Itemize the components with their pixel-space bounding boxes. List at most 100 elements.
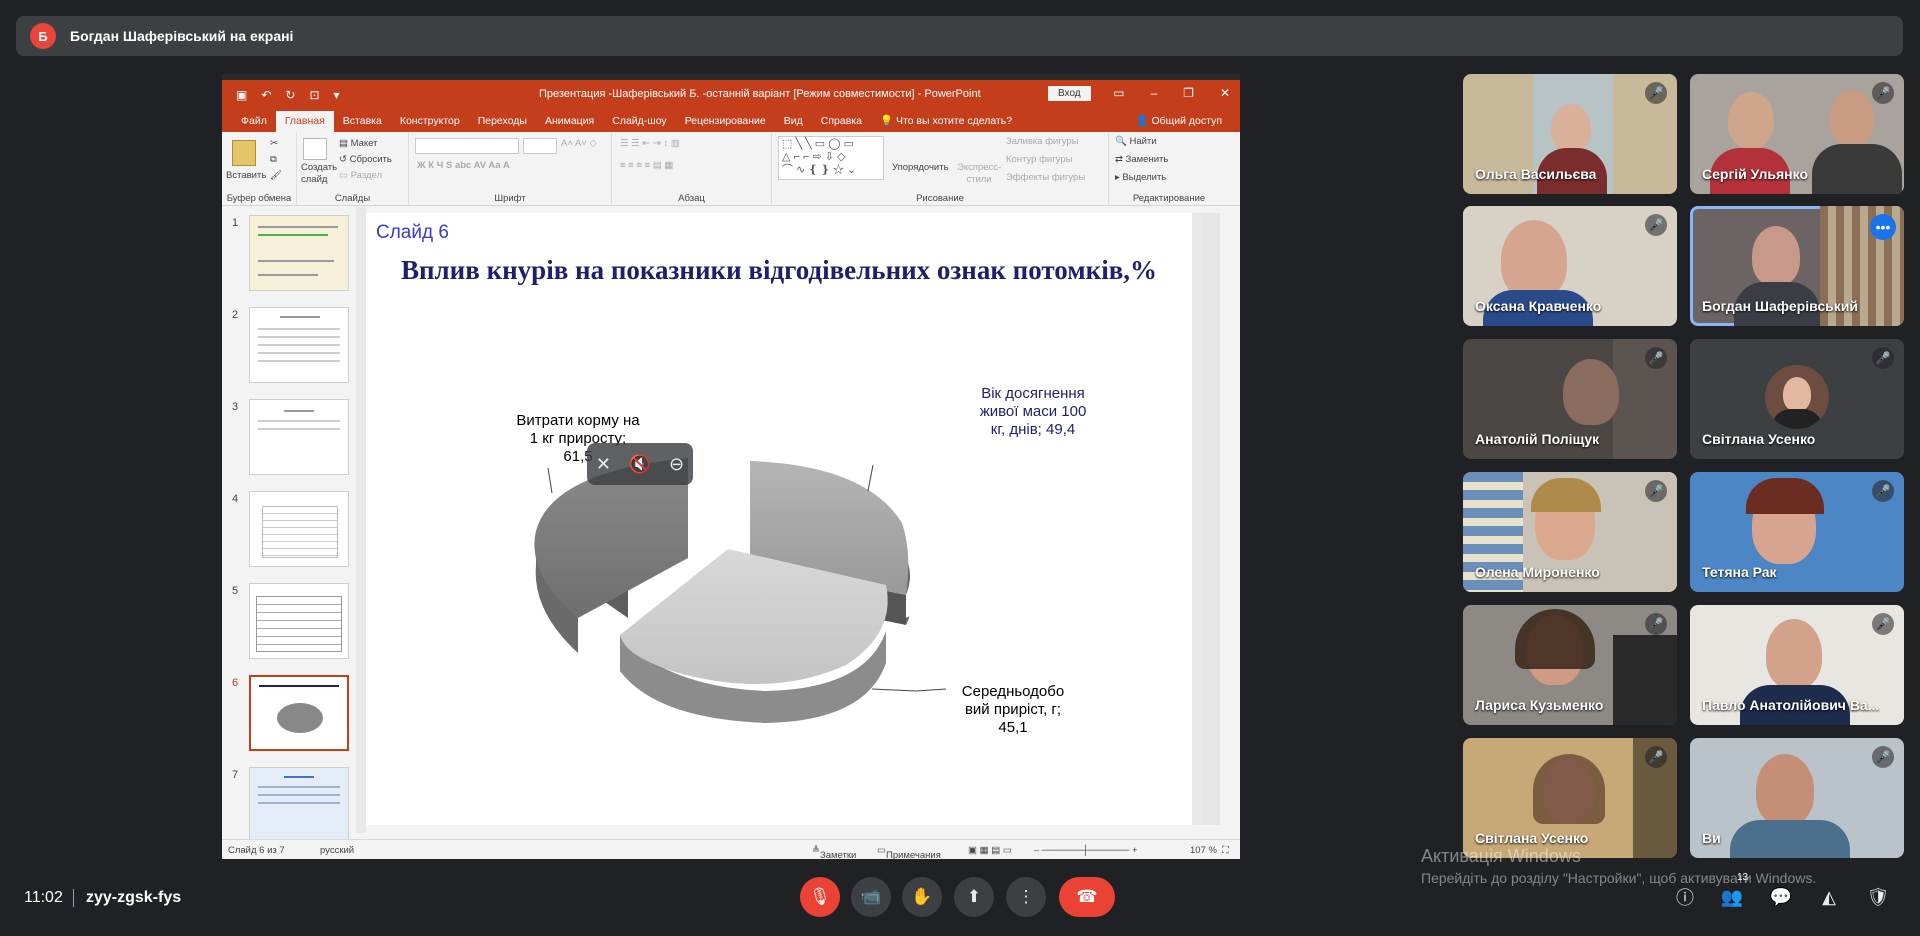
zoom-level[interactable]: 107 % bbox=[1190, 845, 1217, 856]
shape-effects-button[interactable]: Эффекты фигуры bbox=[1006, 172, 1085, 183]
slide-thumb-3[interactable] bbox=[249, 399, 349, 475]
shape-fill-button[interactable]: Заливка фигуры bbox=[1006, 136, 1079, 147]
chat-button[interactable]: 💬 bbox=[1768, 884, 1794, 910]
slide-thumb-4[interactable] bbox=[249, 491, 349, 567]
participant-tile[interactable]: 🎤 Олена Мироненко bbox=[1463, 472, 1677, 592]
ribbon-options-icon[interactable]: ▭ bbox=[1113, 86, 1124, 100]
arrange-button[interactable]: Упорядочить bbox=[892, 162, 949, 173]
shapes-gallery[interactable]: ⬚ ╲ ╲ ▭ ◯ ▭ △ ⌐ ⌐ ⇨ ⇩ ◇ ⌒ ∿ ❴ ❵ ☆ ⌄ bbox=[778, 136, 884, 180]
people-button[interactable]: 👥 bbox=[1719, 884, 1745, 910]
tab-help[interactable]: Справка bbox=[812, 115, 871, 132]
new-slide-icon[interactable] bbox=[303, 138, 327, 160]
participant-avatar bbox=[1765, 365, 1829, 429]
tab-view[interactable]: Вид bbox=[775, 115, 812, 132]
camera-toggle-button[interactable]: 📹 bbox=[851, 877, 891, 917]
save-icon[interactable]: ▣ bbox=[236, 88, 247, 102]
tab-transitions[interactable]: Переходы bbox=[469, 115, 536, 132]
language-indicator[interactable]: русский bbox=[320, 845, 354, 856]
raise-hand-button[interactable]: ✋ bbox=[902, 877, 942, 917]
minimize-icon[interactable]: – bbox=[1150, 86, 1157, 100]
clock: 11:02 bbox=[24, 889, 63, 906]
select-button[interactable]: ▸ Выделить bbox=[1115, 172, 1166, 183]
tab-home[interactable]: Главная bbox=[275, 111, 334, 132]
section-label: Раздел bbox=[350, 170, 383, 181]
replace-button[interactable]: ⇄ Заменить bbox=[1115, 154, 1168, 165]
font-name-field[interactable] bbox=[415, 138, 519, 154]
font-size-field[interactable] bbox=[523, 138, 557, 154]
mic-toggle-button[interactable]: 🎙 bbox=[800, 877, 840, 917]
zoom-slider[interactable]: – ──────┼────── + bbox=[1034, 845, 1138, 856]
slide-thumb-2[interactable] bbox=[249, 307, 349, 383]
participant-tile[interactable]: 🎤 Лариса Кузьменко bbox=[1463, 605, 1677, 725]
tab-review[interactable]: Рецензирование bbox=[676, 115, 775, 132]
present-screen-button[interactable]: ⬆ bbox=[954, 877, 994, 917]
paste-icon[interactable] bbox=[232, 140, 256, 166]
quick-styles-button[interactable]: Экспресс-стили bbox=[957, 162, 1001, 186]
comments-button[interactable]: ▭ Примечания bbox=[877, 845, 941, 859]
leave-call-button[interactable]: ☎ bbox=[1059, 877, 1115, 917]
slide-thumb-7[interactable] bbox=[249, 767, 349, 843]
tab-design[interactable]: Конструктор bbox=[391, 115, 469, 132]
font-label: Шрифт bbox=[494, 193, 526, 204]
slide-thumb-1[interactable] bbox=[249, 215, 349, 291]
meeting-details-button[interactable]: ⓘ bbox=[1672, 884, 1698, 910]
fit-slide-icon[interactable]: ⛶ bbox=[1222, 845, 1229, 856]
customize-icon[interactable]: ▾ bbox=[334, 88, 340, 102]
redo-icon[interactable]: ↻ bbox=[285, 88, 295, 102]
participant-name: Оксана Кравченко bbox=[1475, 298, 1602, 314]
more-options-icon[interactable]: ••• bbox=[1870, 214, 1896, 240]
slide-thumb-5[interactable] bbox=[249, 583, 349, 659]
tell-me-search[interactable]: 💡 Что вы хотите сделать? bbox=[871, 114, 1021, 132]
more-options-button[interactable]: ⋮ bbox=[1006, 877, 1046, 917]
participant-tile[interactable]: 🎤 Оксана Кравченко bbox=[1463, 206, 1677, 326]
tab-insert[interactable]: Вставка bbox=[334, 115, 391, 132]
window-controls: ▭ – ❐ ✕ bbox=[1113, 86, 1230, 100]
find-button[interactable]: 🔍 Найти bbox=[1115, 136, 1157, 147]
list-buttons[interactable]: ☰ ☰ ⇤ ⇥ ↕ ▥ bbox=[620, 138, 680, 149]
activities-button[interactable]: ◭ bbox=[1816, 884, 1842, 910]
host-controls-button[interactable]: 🛡 bbox=[1865, 884, 1891, 910]
participant-tile[interactable]: 🎤 Тетяна Рак bbox=[1690, 472, 1904, 592]
copy-icon[interactable]: ⧉ bbox=[270, 154, 277, 165]
notes-button[interactable]: ≜ Заметки bbox=[812, 845, 856, 859]
mute-icon[interactable]: 🔇 bbox=[629, 454, 651, 475]
reset-button[interactable]: ↺ Сбросить bbox=[339, 154, 392, 165]
restore-icon[interactable]: ❐ bbox=[1183, 86, 1194, 100]
document-title: Презентация -Шаферівський Б. -останній в… bbox=[539, 88, 981, 100]
layout-button[interactable]: ▤ Макет bbox=[339, 138, 378, 149]
cut-icon[interactable]: ✂ bbox=[270, 138, 278, 149]
mic-off-icon: 🎤 bbox=[1872, 82, 1894, 104]
participant-tile[interactable]: 🎤 Сергій Ульянко bbox=[1690, 74, 1904, 194]
paste-button[interactable]: Вставить bbox=[226, 170, 266, 181]
thumbnails-scrollbar[interactable] bbox=[356, 207, 366, 833]
participant-tile[interactable]: 🎤 Світлана Усенко bbox=[1463, 738, 1677, 858]
view-buttons[interactable]: ▣ ▦ ▤ ▭ bbox=[968, 845, 1012, 856]
slide-scrollbar[interactable] bbox=[1192, 213, 1202, 825]
pin-off-icon[interactable]: ✕ bbox=[596, 454, 611, 475]
align-buttons[interactable]: ≡ ≡ ≡ ≡ ▤ ▦ bbox=[620, 160, 673, 171]
mic-off-icon: 🎤 bbox=[1645, 214, 1667, 236]
section-button[interactable]: ▭ Раздел bbox=[339, 170, 382, 181]
participant-tile-self[interactable]: 🎤 Ви bbox=[1690, 738, 1904, 858]
shape-outline-button[interactable]: Контур фигуры bbox=[1006, 154, 1072, 165]
format-painter-icon[interactable]: 🖌 bbox=[270, 170, 282, 181]
slideshow-icon[interactable]: ⊡ bbox=[309, 88, 319, 102]
undo-icon[interactable]: ↶ bbox=[261, 88, 271, 102]
font-style-buttons[interactable]: Ж К Ч S abc AV Aa A bbox=[417, 160, 510, 171]
slide-thumb-6[interactable] bbox=[249, 675, 349, 751]
tab-slideshow[interactable]: Слайд-шоу bbox=[603, 115, 675, 132]
tab-animations[interactable]: Анимация bbox=[536, 115, 603, 132]
tab-file[interactable]: Файл bbox=[232, 115, 276, 132]
share-button[interactable]: 👤 Общий доступ bbox=[1135, 114, 1222, 127]
participant-tile[interactable]: 🎤 Світлана Усенко bbox=[1690, 339, 1904, 459]
participant-tile[interactable]: 🎤 Ольга Васильєва bbox=[1463, 74, 1677, 194]
font-grow-icon[interactable]: A˄ A˅ ◇ bbox=[561, 138, 597, 149]
participant-tile[interactable]: 🎤 Павло Анатолійович Ва... bbox=[1690, 605, 1904, 725]
participant-name: Світлана Усенко bbox=[1475, 830, 1589, 846]
login-button[interactable]: Вход bbox=[1048, 86, 1091, 101]
remove-icon[interactable]: ⊖ bbox=[669, 454, 684, 475]
participant-tile[interactable]: 🎤 Анатолій Поліщук bbox=[1463, 339, 1677, 459]
new-slide-button[interactable]: Создать слайд bbox=[301, 162, 341, 186]
close-icon[interactable]: ✕ bbox=[1220, 86, 1230, 100]
participant-tile-active[interactable]: ••• Богдан Шаферівський bbox=[1690, 206, 1904, 326]
